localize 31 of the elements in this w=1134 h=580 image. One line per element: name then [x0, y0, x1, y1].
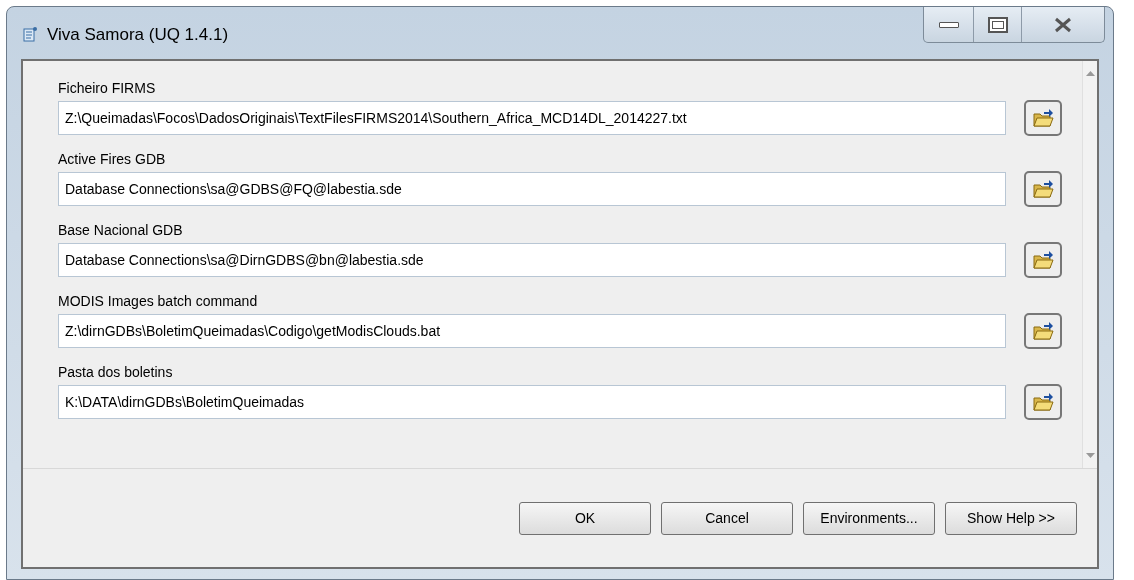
- path-field[interactable]: Database Connections\sa@GDBS@FQ@labestia.sde: [58, 172, 1006, 206]
- path-field[interactable]: Z:\dirnGDBs\BoletimQueimadas\Codigo\getModisClouds.bat: [58, 314, 1006, 348]
- scroll-up-arrow-icon: [1085, 71, 1095, 76]
- field-label: Base Nacional GDB: [58, 221, 184, 239]
- dialog-button[interactable]: OK: [519, 501, 651, 535]
- close-icon: [1053, 16, 1073, 33]
- browse-button[interactable]: [1024, 384, 1062, 420]
- path-field[interactable]: Database Connections\sa@DirnGDBS@bn@labestia.sde: [58, 243, 1006, 277]
- minimize-icon: [938, 21, 959, 28]
- browse-button[interactable]: [1024, 100, 1062, 136]
- browse-button[interactable]: [1024, 313, 1062, 349]
- field-label: Active Fires GDB: [58, 150, 167, 168]
- window-title: Viva Samora (UQ 1.4.1): [47, 24, 229, 47]
- scrollbar[interactable]: [1082, 61, 1097, 468]
- open-folder-icon: [1032, 250, 1054, 270]
- open-folder-icon: [1032, 321, 1054, 341]
- dialog-button[interactable]: Environments...: [803, 501, 935, 535]
- maximize-icon: [987, 16, 1008, 33]
- open-folder-icon: [1032, 108, 1054, 128]
- field-label: MODIS Images batch command: [58, 292, 259, 310]
- browse-button[interactable]: [1024, 242, 1062, 278]
- browse-button[interactable]: [1024, 171, 1062, 207]
- open-folder-icon: [1032, 392, 1054, 412]
- open-folder-icon: [1032, 179, 1054, 199]
- scroll-down-arrow-icon: [1085, 453, 1095, 458]
- field-label: Pasta dos boletins: [58, 363, 174, 381]
- dialog-button[interactable]: Show Help >>: [945, 501, 1077, 535]
- path-field[interactable]: Z:\Queimadas\Focos\DadosOriginais\TextFilesFIRMS2014\Southern_Africa_MCD14DL_2014227.txt: [58, 101, 1006, 135]
- field-label: Ficheiro FIRMS: [58, 79, 157, 97]
- path-field[interactable]: K:\DATA\dirnGDBs\BoletimQueimadas: [58, 385, 1006, 419]
- dialog-button[interactable]: Cancel: [661, 501, 793, 535]
